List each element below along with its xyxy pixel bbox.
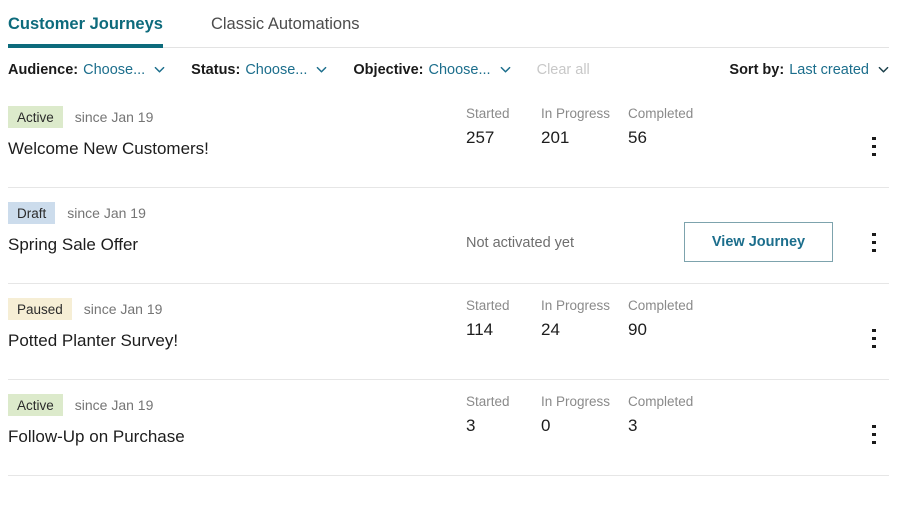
- filter-status[interactable]: Status: Choose...: [191, 62, 327, 78]
- sort-by-label: Sort by:: [729, 62, 785, 78]
- journey-row[interactable]: Active since Jan 19 Follow-Up on Purchas…: [8, 380, 889, 476]
- stat-started-value: 257: [466, 128, 495, 147]
- kebab-dot: [872, 232, 876, 236]
- filter-objective[interactable]: Objective: Choose...: [353, 62, 510, 78]
- chevron-down-icon: [878, 64, 889, 75]
- stat-in-progress: In Progress 201: [541, 92, 610, 148]
- stat-completed-value: 3: [628, 416, 638, 435]
- tab-bar: Customer Journeys Classic Automations: [0, 0, 897, 48]
- kebab-dot: [872, 144, 876, 148]
- view-journey-button[interactable]: View Journey: [684, 222, 833, 262]
- tab-classic-automations[interactable]: Classic Automations: [211, 0, 360, 48]
- not-activated-message: Not activated yet: [466, 235, 574, 251]
- stat-started-label: Started: [466, 106, 510, 121]
- stat-started: Started 257: [466, 92, 523, 148]
- journey-name[interactable]: Potted Planter Survey!: [8, 331, 178, 351]
- stat-started-value: 114: [466, 320, 494, 339]
- stat-in-progress: In Progress 24: [541, 284, 610, 340]
- filter-objective-label: Objective:: [353, 62, 424, 78]
- stat-completed: Completed 90: [628, 284, 693, 340]
- journey-name[interactable]: Follow-Up on Purchase: [8, 427, 185, 447]
- journey-meta: Active since Jan 19: [8, 106, 209, 128]
- kebab-dot: [872, 344, 876, 348]
- status-badge: Draft: [8, 202, 56, 224]
- filter-objective-value: Choose...: [428, 62, 491, 78]
- kebab-menu-icon[interactable]: [862, 422, 886, 446]
- journey-name[interactable]: Welcome New Customers!: [8, 139, 209, 159]
- journey-info: Paused since Jan 19 Potted Planter Surve…: [8, 284, 178, 351]
- chevron-down-icon: [500, 64, 511, 75]
- journey-stats: Started 114 In Progress 24 Completed 90: [466, 284, 711, 340]
- stat-completed-label: Completed: [628, 106, 694, 121]
- journey-info: Active since Jan 19 Welcome New Customer…: [8, 92, 209, 159]
- stat-started-label: Started: [466, 298, 510, 313]
- kebab-dot: [872, 240, 876, 244]
- kebab-dot: [872, 248, 876, 252]
- kebab-dot: [872, 424, 876, 428]
- stat-completed-value: 90: [628, 320, 647, 339]
- kebab-dot: [872, 328, 876, 332]
- journey-since: since Jan 19: [67, 205, 146, 221]
- kebab-dot: [872, 440, 876, 444]
- journey-name[interactable]: Spring Sale Offer: [8, 235, 146, 255]
- filter-audience-value: Choose...: [83, 62, 146, 78]
- journey-since: since Jan 19: [74, 109, 154, 125]
- kebab-dot: [872, 152, 876, 156]
- journey-stats: Started 257 In Progress 201 Completed 56: [466, 92, 711, 148]
- filter-audience[interactable]: Audience: Choose...: [8, 62, 165, 78]
- filter-bar: Audience: Choose... Status: Choose... Ob…: [0, 48, 897, 92]
- sort-by-value: Last created: [789, 62, 869, 78]
- journey-meta: Paused since Jan 19: [8, 298, 178, 320]
- journey-row[interactable]: Paused since Jan 19 Potted Planter Surve…: [8, 284, 889, 380]
- stat-in-progress-label: In Progress: [541, 106, 611, 121]
- stat-completed-label: Completed: [628, 394, 694, 409]
- kebab-dot: [872, 336, 876, 340]
- kebab-dot: [872, 432, 876, 436]
- journey-row[interactable]: Draft since Jan 19 Spring Sale Offer Not…: [8, 188, 889, 284]
- stat-completed: Completed 56: [628, 92, 693, 148]
- kebab-dot: [872, 136, 876, 140]
- stat-started-label: Started: [466, 394, 510, 409]
- journey-meta: Draft since Jan 19: [8, 202, 146, 224]
- tab-classic-automations-label: Classic Automations: [210, 14, 360, 33]
- sort-by-control[interactable]: Sort by: Last created: [729, 62, 889, 78]
- stat-in-progress-value: 24: [541, 320, 560, 339]
- filter-status-label: Status:: [191, 62, 241, 78]
- journey-meta: Active since Jan 19: [8, 394, 185, 416]
- journey-since: since Jan 19: [83, 301, 163, 317]
- journey-list: Active since Jan 19 Welcome New Customer…: [0, 92, 897, 476]
- status-badge: Paused: [8, 298, 72, 320]
- kebab-menu-icon[interactable]: [862, 326, 886, 350]
- filter-audience-label: Audience:: [8, 62, 79, 78]
- kebab-menu-icon[interactable]: [862, 134, 886, 158]
- stat-completed: Completed 3: [628, 380, 693, 436]
- journey-info: Active since Jan 19 Follow-Up on Purchas…: [8, 380, 185, 447]
- chevron-down-icon: [154, 64, 165, 75]
- stat-in-progress-label: In Progress: [541, 298, 611, 313]
- kebab-menu-icon[interactable]: [862, 230, 886, 254]
- stat-completed-value: 56: [628, 128, 647, 147]
- journey-stats: Started 3 In Progress 0 Completed 3: [466, 380, 711, 436]
- tab-customer-journeys[interactable]: Customer Journeys: [8, 0, 211, 48]
- stat-in-progress-label: In Progress: [541, 394, 611, 409]
- stat-started-value: 3: [466, 416, 476, 435]
- stat-completed-label: Completed: [628, 298, 694, 313]
- clear-all-button[interactable]: Clear all: [537, 62, 590, 78]
- filter-status-value: Choose...: [245, 62, 308, 78]
- chevron-down-icon: [316, 64, 327, 75]
- journey-info: Draft since Jan 19 Spring Sale Offer: [8, 188, 146, 255]
- stat-started: Started 114: [466, 284, 523, 340]
- status-badge: Active: [8, 106, 63, 128]
- stat-in-progress-value: 201: [541, 128, 570, 147]
- journey-since: since Jan 19: [74, 397, 154, 413]
- stat-in-progress: In Progress 0: [541, 380, 610, 436]
- journey-row[interactable]: Active since Jan 19 Welcome New Customer…: [8, 92, 889, 188]
- status-badge: Active: [8, 394, 63, 416]
- stat-started: Started 3: [466, 380, 523, 436]
- tab-customer-journeys-label: Customer Journeys: [8, 14, 163, 33]
- tab-list: Customer Journeys Classic Automations: [8, 0, 889, 48]
- stat-in-progress-value: 0: [541, 416, 551, 435]
